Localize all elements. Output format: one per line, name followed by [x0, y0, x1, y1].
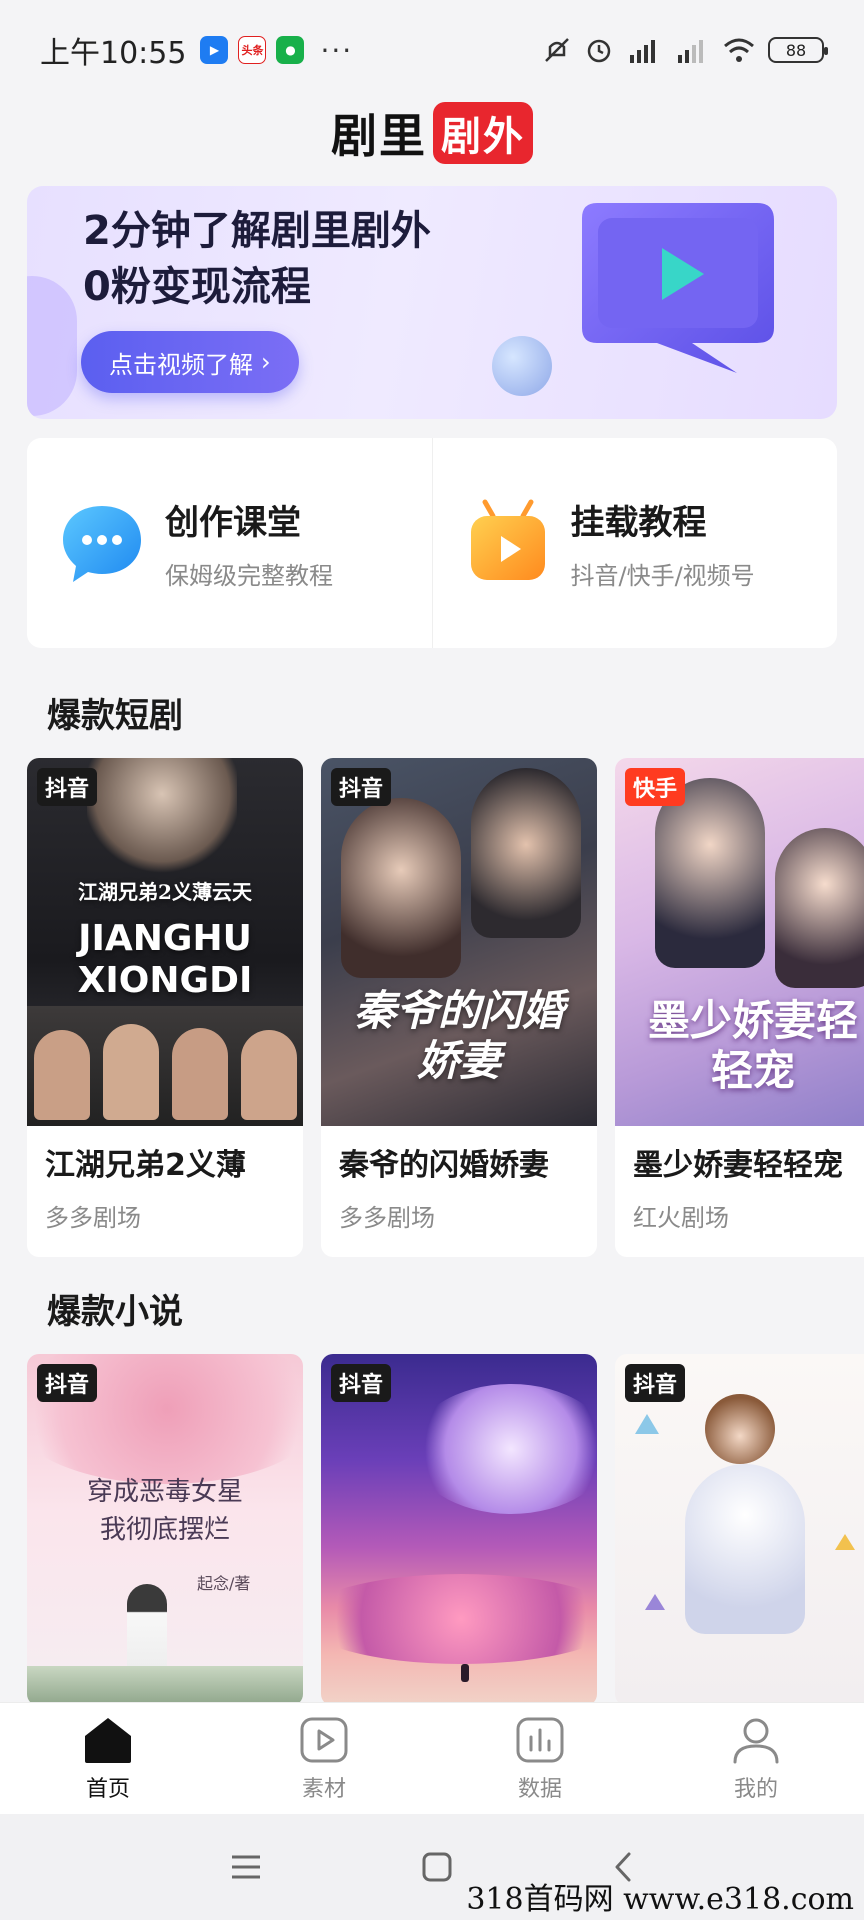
- watch-video-label: 点击视频了解: [109, 350, 253, 379]
- section-title-dramas: 爆款短剧: [47, 696, 183, 736]
- alarm-icon: [584, 35, 614, 65]
- tv-play-icon: [470, 499, 545, 580]
- nav-profile[interactable]: 我的: [648, 1703, 864, 1814]
- drama-title: 墨少娇妻轻轻宠: [633, 1148, 843, 1183]
- novel-poster-title-line2: 我彻底摆烂: [99, 1515, 230, 1545]
- signal-hd-icon-1: [626, 35, 662, 65]
- nav-label: 我的: [733, 1776, 778, 1802]
- user-icon: [733, 1718, 779, 1763]
- feature-creation-class[interactable]: 创作课堂 保姆级完整教程: [27, 438, 432, 648]
- novel-list: 穿成恶毒女星 我彻底摆烂 起念/著 抖音 抖音 抖音: [27, 1354, 864, 1706]
- app-logo: 剧里 剧外: [0, 100, 864, 166]
- platform-tag: 抖音: [331, 1364, 392, 1402]
- video-icon: [300, 1717, 348, 1762]
- drama-studio: 多多剧场: [45, 1204, 141, 1232]
- chart-icon: [516, 1717, 564, 1762]
- drama-title: 江湖兄弟2义薄: [45, 1148, 246, 1183]
- watch-video-button[interactable]: 点击视频了解 ›: [81, 331, 299, 393]
- drama-title: 秦爷的闪婚娇妻: [339, 1148, 549, 1183]
- video-play-icon: [582, 203, 774, 373]
- chevron-right-icon: ›: [261, 348, 271, 376]
- banner-decoration: [27, 276, 77, 416]
- feature-title: 挂载教程: [570, 503, 707, 543]
- logo-text-left: 剧里: [331, 109, 427, 163]
- novel-poster-author: 起念/著: [197, 1574, 251, 1593]
- drama-poster-title: JIANGHU XIONGDI: [77, 918, 253, 1001]
- platform-tag: 抖音: [625, 1364, 686, 1402]
- section-title-novels: 爆款小说: [47, 1292, 183, 1332]
- banner-ball-decoration: [492, 336, 552, 396]
- status-bar: 上午10:55 ▶ 头条 ● ··· 88: [0, 0, 864, 100]
- message-app-icon: ▶: [200, 36, 229, 64]
- drama-list: 江湖兄弟2义薄云天 JIANGHU XIONGDI 抖音 江湖兄弟2义薄 多多剧…: [27, 758, 864, 1257]
- novel-card[interactable]: 抖音: [321, 1354, 597, 1706]
- status-time: 上午10:55: [40, 36, 187, 71]
- nav-label: 素材: [301, 1776, 346, 1802]
- drama-card[interactable]: 墨少娇妻轻轻宠 快手 墨少娇妻轻轻宠 红火剧场: [615, 758, 864, 1257]
- wifi-icon: [722, 35, 756, 65]
- home-icon: [85, 1717, 131, 1763]
- drama-poster-title: 秦爷的闪婚娇妻: [353, 986, 564, 1085]
- novel-poster-title-line1: 穿成恶毒女星: [86, 1477, 243, 1507]
- novel-card[interactable]: 穿成恶毒女星 我彻底摆烂 起念/著 抖音: [27, 1354, 303, 1706]
- battery-icon: 88: [768, 37, 828, 63]
- feature-subtitle: 保姆级完整教程: [165, 562, 333, 590]
- platform-tag: 快手: [625, 768, 686, 806]
- banner-title-line1: 2分钟了解剧里剧外: [83, 208, 431, 254]
- status-app-icons: ▶ 头条 ●: [200, 36, 305, 64]
- nav-label: 数据: [517, 1776, 562, 1802]
- feature-title: 创作课堂: [165, 503, 301, 543]
- more-icon: ···: [320, 33, 354, 67]
- wechat-app-icon: ●: [276, 36, 305, 64]
- news-app-icon: 头条: [238, 36, 267, 64]
- drama-poster: 秦爷的闪婚娇妻 抖音: [321, 758, 597, 1126]
- platform-tag: 抖音: [37, 1364, 98, 1402]
- bottom-nav: 首页 素材 数据 我的: [0, 1702, 864, 1814]
- status-indicators: 88: [542, 35, 828, 65]
- novel-card[interactable]: 抖音: [615, 1354, 864, 1706]
- watermark: 318首码网 www.e318.com: [466, 1882, 854, 1917]
- home-square-icon[interactable]: [421, 1851, 453, 1883]
- drama-studio: 红火剧场: [633, 1204, 729, 1232]
- feature-mount-tutorial[interactable]: 挂载教程 抖音/快手/视频号: [431, 438, 838, 648]
- drama-poster-subtitle: 江湖兄弟2义薄云天: [78, 880, 252, 904]
- nav-materials[interactable]: 素材: [216, 1703, 432, 1814]
- chat-bubble-icon: [63, 506, 141, 582]
- drama-card[interactable]: 秦爷的闪婚娇妻 抖音 秦爷的闪婚娇妻 多多剧场: [321, 758, 597, 1257]
- drama-poster: 江湖兄弟2义薄云天 JIANGHU XIONGDI 抖音: [27, 758, 303, 1126]
- banner-title-line2: 0粉变现流程: [83, 264, 311, 310]
- menu-icon[interactable]: [229, 1852, 263, 1882]
- promo-banner[interactable]: 2分钟了解剧里剧外 0粉变现流程 点击视频了解 ›: [27, 186, 837, 419]
- drama-studio: 多多剧场: [339, 1204, 435, 1232]
- drama-poster-title: 墨少娇妻轻轻宠: [647, 996, 858, 1095]
- nav-data[interactable]: 数据: [432, 1703, 648, 1814]
- drama-poster: 墨少娇妻轻轻宠 快手: [615, 758, 864, 1126]
- platform-tag: 抖音: [331, 768, 392, 806]
- nav-label: 首页: [85, 1776, 130, 1802]
- feature-subtitle: 抖音/快手/视频号: [570, 562, 755, 590]
- nav-home[interactable]: 首页: [0, 1703, 216, 1814]
- platform-tag: 抖音: [37, 768, 98, 806]
- drama-card[interactable]: 江湖兄弟2义薄云天 JIANGHU XIONGDI 抖音 江湖兄弟2义薄 多多剧…: [27, 758, 303, 1257]
- feature-cards: 创作课堂 保姆级完整教程 挂载教程 抖音/快手/视频号: [27, 438, 837, 648]
- logo-text-right: 剧外: [433, 102, 533, 164]
- mute-icon: [542, 35, 572, 65]
- signal-hd-icon-2: [674, 35, 710, 65]
